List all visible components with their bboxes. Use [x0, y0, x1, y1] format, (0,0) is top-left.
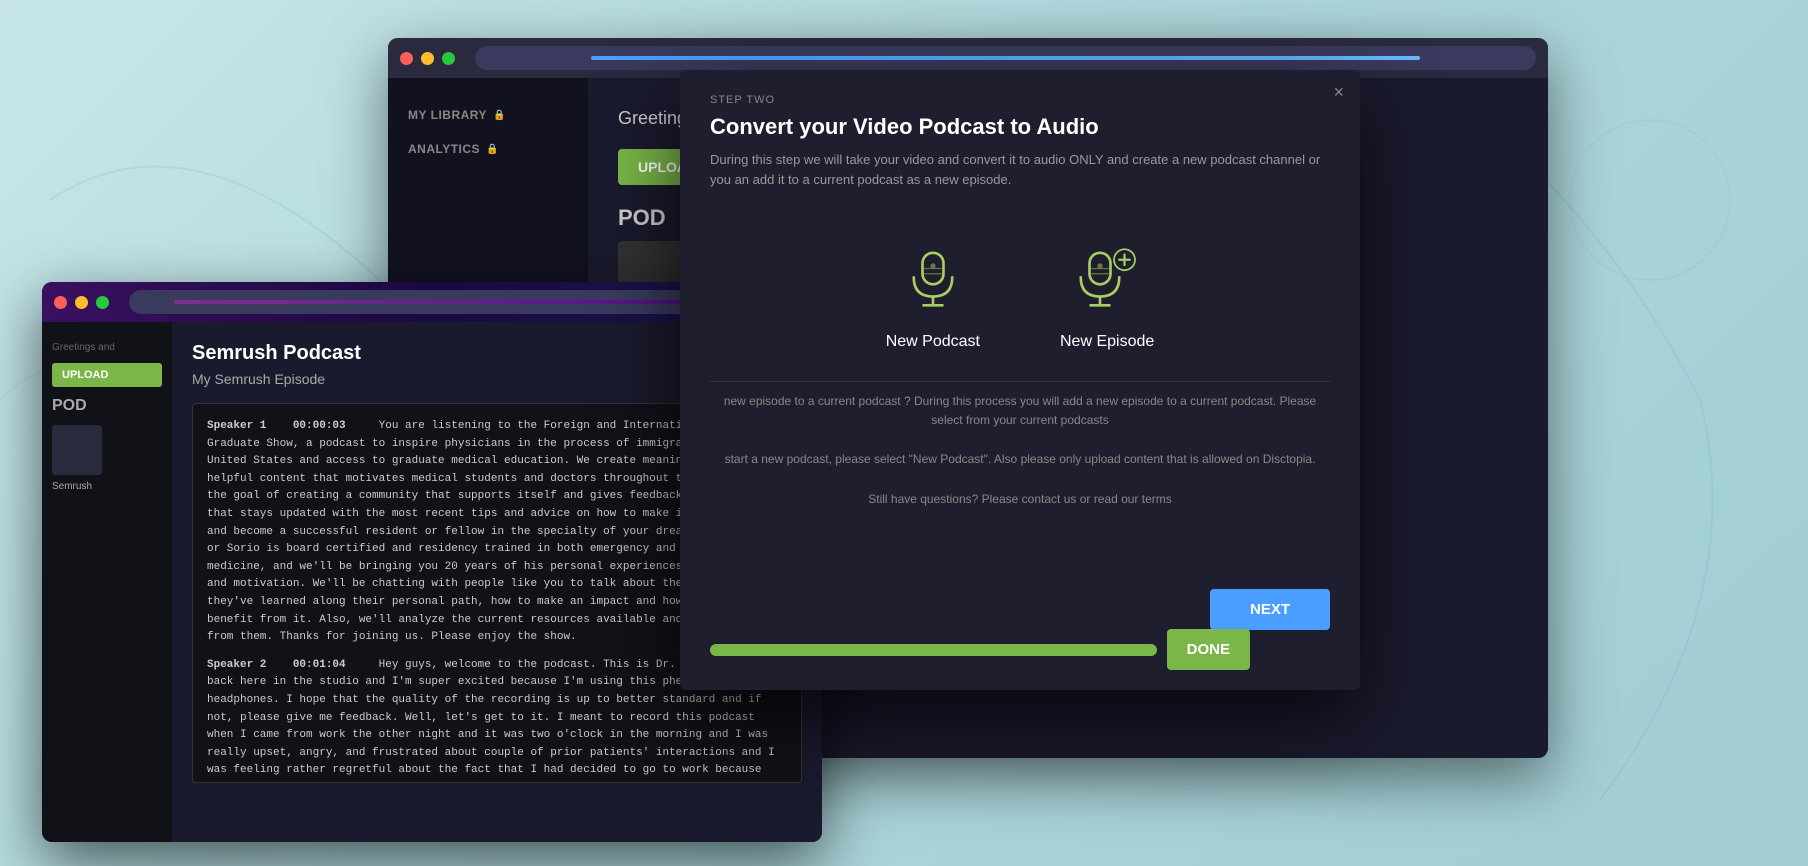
address-bar-progress — [591, 56, 1421, 60]
lock-icon-analytics: 🔒 — [486, 144, 499, 155]
secondary-address-bar-fill — [174, 300, 765, 304]
modal-info-section-1: new episode to a current podcast ? Durin… — [680, 382, 1360, 440]
secondary-traffic-light-yellow[interactable] — [75, 296, 88, 309]
sidebar-item-label: ANALYTICS — [408, 142, 480, 156]
sidebar-item-analytics[interactable]: ANALYTICS 🔒 — [388, 132, 588, 166]
secondary-pod-thumbnail — [52, 425, 102, 475]
sidebar-item-label: MY LIBRARY — [408, 108, 487, 122]
modal-title: Convert your Video Podcast to Audio — [710, 114, 1330, 140]
modal-info-text-2: start a new podcast, please select "New … — [725, 452, 1316, 466]
next-button[interactable]: NEXT — [1210, 589, 1330, 630]
secondary-traffic-light-red[interactable] — [54, 296, 67, 309]
secondary-pod-name: Semrush — [52, 481, 162, 492]
secondary-sidebar: Greetings and UPLOAD POD Semrush — [42, 322, 172, 842]
progress-bar — [710, 644, 1157, 656]
step-label: STEP TWO — [710, 94, 1330, 106]
new-podcast-icon — [893, 239, 973, 319]
done-button[interactable]: DONE — [1167, 629, 1250, 670]
contact-link[interactable]: contact us — [1022, 492, 1077, 506]
traffic-light-red[interactable] — [400, 52, 413, 65]
traffic-light-green[interactable] — [442, 52, 455, 65]
modal-info-text-1: ? During this process you will add a new… — [904, 394, 1316, 427]
new-episode-link[interactable]: new episode to a current podcast — [724, 394, 901, 408]
modal-info-text-4: or read our — [1080, 492, 1139, 506]
modal-info-text-3: Still have questions? Please — [868, 492, 1018, 506]
secondary-pod-label: POD — [52, 397, 162, 415]
option-new-podcast[interactable]: New Podcast — [886, 239, 980, 351]
option-new-episode[interactable]: New Episode — [1060, 239, 1154, 351]
modal-dialog: STEP TWO Convert your Video Podcast to A… — [680, 70, 1360, 690]
sidebar-item-my-library[interactable]: MY LIBRARY 🔒 — [388, 98, 588, 132]
modal-info-section-2: start a new podcast, please select "New … — [680, 440, 1360, 479]
speaker-label-2: Speaker 2 00:01:04 — [207, 659, 372, 671]
terms-link[interactable]: terms — [1142, 492, 1172, 506]
close-button[interactable]: × — [1333, 82, 1344, 103]
options-row: New Podcast New Episode — [680, 219, 1360, 381]
secondary-greeting: Greetings and — [52, 342, 162, 353]
new-podcast-label: New Podcast — [886, 333, 980, 351]
modal-header: STEP TWO Convert your Video Podcast to A… — [680, 70, 1360, 189]
new-episode-label: New Episode — [1060, 333, 1154, 351]
modal-description: During this step we will take your video… — [710, 150, 1330, 189]
traffic-light-yellow[interactable] — [421, 52, 434, 65]
modal-info-section-3: Still have questions? Please contact us … — [680, 480, 1360, 519]
address-bar — [475, 46, 1536, 70]
speaker-label-1: Speaker 1 00:00:03 — [207, 420, 372, 432]
secondary-sidebar-content: Greetings and UPLOAD POD Semrush — [42, 322, 172, 512]
secondary-upload-button[interactable]: UPLOAD — [52, 363, 162, 387]
secondary-traffic-light-green[interactable] — [96, 296, 109, 309]
lock-icon: 🔒 — [493, 110, 506, 121]
new-episode-icon — [1067, 239, 1147, 319]
